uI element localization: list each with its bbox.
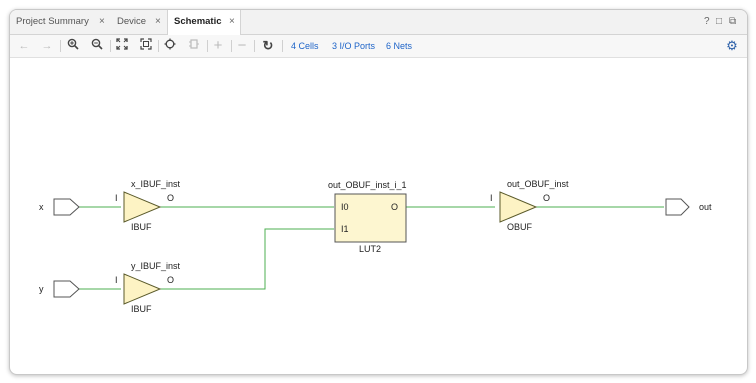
tab-project-summary[interactable]: Project Summary × (10, 10, 111, 34)
help-icon[interactable]: ? (704, 10, 710, 34)
pin-label: I0 (341, 202, 349, 212)
input-port-x[interactable] (53, 198, 80, 216)
pin-label: I (490, 193, 493, 203)
zoom-in-icon[interactable] (65, 38, 81, 54)
collapse-icon[interactable]: − (234, 38, 250, 54)
fit-full-icon[interactable] (114, 38, 130, 54)
port-label-out: out (699, 202, 712, 212)
regenerate-icon[interactable] (186, 38, 202, 54)
close-icon[interactable]: × (99, 10, 105, 34)
cell-type-obuf: OBUF (507, 222, 533, 232)
tab-bar: Project Summary × Device × Schematic × ?… (10, 10, 747, 35)
pin-label: I (115, 193, 118, 203)
pin-label: I (115, 275, 118, 285)
schematic-diagram: x y x_IBUF_inst I O IBUF y_IBUF_inst I O… (39, 179, 712, 314)
tab-schematic[interactable]: Schematic × (167, 10, 241, 35)
float-icon[interactable]: ⧉ (729, 10, 736, 34)
y-ibuf-cell[interactable] (123, 273, 162, 305)
pin-label: O (391, 202, 398, 212)
expand-icon[interactable]: + (210, 38, 226, 54)
pin-label: O (167, 275, 174, 285)
fit-selection-icon[interactable] (138, 38, 154, 54)
tab-device[interactable]: Device × (111, 10, 168, 34)
io-ports-count-link[interactable]: 3 I/O Ports (332, 38, 375, 54)
cell-name-lut: out_OBUF_inst_i_1 (328, 180, 407, 190)
cell-type-lut: LUT2 (359, 244, 381, 254)
input-port-y[interactable] (53, 280, 80, 298)
tab-label: Schematic (174, 16, 222, 27)
obuf-cell[interactable] (499, 191, 538, 223)
output-port-out[interactable] (665, 198, 690, 216)
schematic-window: Project Summary × Device × Schematic × ?… (9, 9, 748, 375)
schematic-toolbar: ← → + − ↻ 4 Cells 3 I/O Ports 6 Nets ⚙ (10, 35, 747, 58)
crosshair-icon[interactable] (162, 38, 178, 54)
tab-label: Device (117, 16, 147, 27)
pin-label: I1 (341, 224, 349, 234)
port-label-x: x (39, 202, 44, 212)
cells-count-link[interactable]: 4 Cells (291, 38, 319, 54)
nets-count-link[interactable]: 6 Nets (386, 38, 412, 54)
cell-type-y-ibuf: IBUF (131, 304, 152, 314)
forward-arrow-icon[interactable]: → (39, 38, 55, 54)
back-arrow-icon[interactable]: ← (16, 38, 32, 54)
tab-label: Project Summary (16, 16, 89, 27)
pin-label: O (543, 193, 550, 203)
close-icon[interactable]: × (155, 10, 161, 34)
gear-icon[interactable]: ⚙ (724, 38, 740, 54)
close-icon[interactable]: × (229, 10, 235, 34)
cell-name-obuf: out_OBUF_inst (507, 179, 569, 189)
refresh-icon[interactable]: ↻ (260, 38, 276, 54)
port-label-y: y (39, 284, 44, 294)
schematic-canvas[interactable]: x y x_IBUF_inst I O IBUF y_IBUF_inst I O… (10, 58, 747, 374)
cell-name-x-ibuf: x_IBUF_inst (131, 179, 181, 189)
cell-name-y-ibuf: y_IBUF_inst (131, 261, 181, 271)
pin-label: O (167, 193, 174, 203)
restore-icon[interactable]: □ (716, 10, 722, 34)
x-ibuf-cell[interactable] (123, 191, 162, 223)
net-y-ibuf-out[interactable] (159, 228, 334, 290)
cell-type-x-ibuf: IBUF (131, 222, 152, 232)
zoom-out-icon[interactable] (89, 38, 105, 54)
